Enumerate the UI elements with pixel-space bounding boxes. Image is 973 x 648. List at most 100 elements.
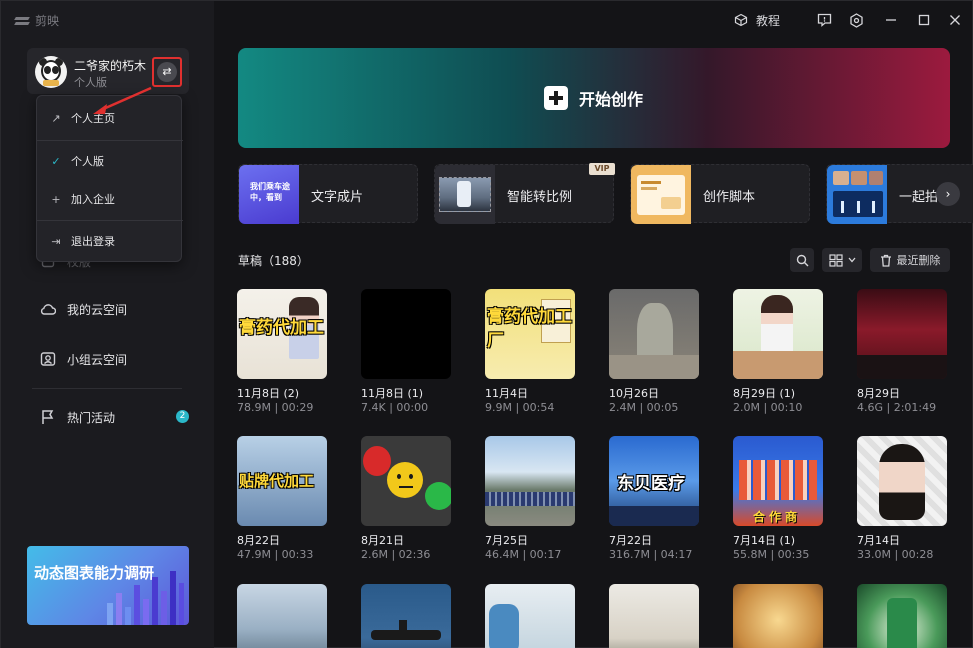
search-button[interactable] xyxy=(790,248,814,272)
draft-item[interactable]: 7月14日 33.0M | 00:28 xyxy=(857,436,947,561)
draft-item[interactable] xyxy=(237,584,327,648)
draft-thumbnail xyxy=(485,584,575,648)
draft-item[interactable] xyxy=(609,584,699,648)
draft-item[interactable]: 8月21日 2.6M | 02:36 xyxy=(361,436,451,561)
check-icon: ✓ xyxy=(51,154,61,168)
draft-item[interactable]: 8月29日 4.6G | 2:01:49 xyxy=(857,289,947,414)
draft-thumbnail xyxy=(609,289,699,379)
menu-item-personal[interactable]: ✓ 个人版 xyxy=(37,149,183,173)
maximize-icon xyxy=(918,14,930,26)
profile-name: 二爷家的朽木 xyxy=(74,59,147,73)
draft-item[interactable]: 膏药代加工 11月8日 (2) 78.9M | 00:29 xyxy=(237,289,327,414)
app-window: 剪映 二爷家的朽木 个人版 ⇄ 校版 我的云空间 xyxy=(0,0,973,648)
thumbnail-text: 贴牌代加工 xyxy=(239,472,315,490)
draft-item[interactable]: 8月29日 (1) 2.0M | 00:10 xyxy=(733,289,823,414)
app-logo: 剪映 xyxy=(15,12,59,29)
message-icon xyxy=(817,13,832,27)
menu-item-label: 个人版 xyxy=(71,155,104,168)
draft-item[interactable]: 11月8日 (1) 7.4K | 00:00 xyxy=(361,289,451,414)
draft-item[interactable]: 贴牌代加工 8月22日 47.9M | 00:33 xyxy=(237,436,327,561)
draft-date: 10月26日 xyxy=(609,387,659,400)
draft-thumbnail: 膏药代加工 xyxy=(237,289,327,379)
draft-item[interactable]: 10月26日 2.4M | 00:05 xyxy=(609,289,699,414)
draft-date: 8月29日 xyxy=(857,387,900,400)
switch-account-button[interactable]: ⇄ xyxy=(152,57,182,87)
draft-date: 7月22日 xyxy=(609,534,652,547)
draft-date: 11月8日 (1) xyxy=(361,387,424,400)
settings-button[interactable] xyxy=(849,11,864,29)
account-dropdown-menu: ↗ 个人主页 ✓ 个人版 + 加入企业 ⇥ 退出登录 xyxy=(36,95,183,262)
thumbnail-text: 膏药代加工 xyxy=(239,318,324,338)
menu-item-label: 加入企业 xyxy=(71,193,115,206)
tutorial-button[interactable]: 教程 xyxy=(734,11,780,29)
draft-thumbnail xyxy=(485,436,575,526)
draft-thumbnail: 东贝医疗 xyxy=(609,436,699,526)
draft-thumbnail xyxy=(361,289,451,379)
minimize-button[interactable] xyxy=(885,11,897,29)
tool-thumbnail: 我们乘车途中，看到 xyxy=(239,165,299,224)
draft-item[interactable]: 膏药代加工厂 11月4日 9.9M | 00:54 xyxy=(485,289,575,414)
tool-label: 创作脚本 xyxy=(703,190,756,205)
vip-badge: VIP xyxy=(589,163,615,175)
arrow-up-right-icon: ↗ xyxy=(51,111,61,125)
tutorial-label: 教程 xyxy=(756,13,781,28)
notification-badge: 2 xyxy=(176,410,189,423)
flag-icon xyxy=(40,409,56,425)
menu-item-logout[interactable]: ⇥ 退出登录 xyxy=(37,229,183,253)
draft-date: 7月14日 xyxy=(857,534,900,547)
sidebar-item-label: 热门活动 xyxy=(67,410,116,425)
maximize-button[interactable] xyxy=(918,11,930,29)
draft-item[interactable] xyxy=(361,584,451,648)
thumbnail-text: 东贝医疗 xyxy=(617,474,685,494)
draft-meta: 2.0M | 00:10 xyxy=(733,401,803,414)
close-icon xyxy=(950,15,960,25)
tool-thumbnail xyxy=(827,165,887,224)
survey-banner[interactable]: 动态图表能力调研 xyxy=(27,546,189,625)
draft-thumbnail xyxy=(609,584,699,648)
close-button[interactable] xyxy=(949,11,961,29)
thumbnail-text: 我们乘车途中，看到 xyxy=(250,182,290,202)
draft-thumbnail xyxy=(857,436,947,526)
draft-item[interactable]: 合作商 7月14日 (1) 55.8M | 00:35 xyxy=(733,436,823,561)
cube-icon xyxy=(734,13,748,27)
start-creation-button[interactable]: 开始创作 xyxy=(544,86,643,110)
draft-item[interactable] xyxy=(857,584,947,648)
tool-text-to-video[interactable]: 我们乘车途中，看到 文字成片 xyxy=(238,164,418,224)
tool-label: 一起拍 xyxy=(899,190,939,205)
feedback-button[interactable] xyxy=(817,11,832,29)
group-icon xyxy=(40,351,56,367)
tool-thumbnail xyxy=(631,165,691,224)
draft-item[interactable] xyxy=(733,584,823,648)
capcut-logo-icon xyxy=(15,16,29,26)
trash-icon xyxy=(880,254,891,267)
draft-meta: 9.9M | 00:54 xyxy=(485,401,555,414)
sidebar-item-group-cloud[interactable]: 小组云空间 xyxy=(40,349,127,369)
menu-item-join-enterprise[interactable]: + 加入企业 xyxy=(37,187,183,211)
scroll-right-button[interactable]: › xyxy=(936,182,960,206)
draft-meta: 55.8M | 00:35 xyxy=(733,548,810,561)
draft-thumbnail xyxy=(733,289,823,379)
draft-meta: 7.4K | 00:00 xyxy=(361,401,429,414)
start-creation-banner[interactable]: 开始创作 xyxy=(238,48,950,148)
draft-date: 7月14日 (1) xyxy=(733,534,796,547)
menu-divider xyxy=(37,140,183,141)
draft-date: 8月21日 xyxy=(361,534,404,547)
sidebar-item-my-cloud[interactable]: 我的云空间 xyxy=(40,299,127,319)
draft-thumbnail xyxy=(857,289,947,379)
draft-date: 11月8日 (2) xyxy=(237,387,300,400)
recently-deleted-button[interactable]: 最近删除 xyxy=(870,248,950,272)
draft-item[interactable]: 东贝医疗 7月22日 316.7M | 04:17 xyxy=(609,436,699,561)
draft-item[interactable]: 7月25日 46.4M | 00:17 xyxy=(485,436,575,561)
view-mode-button[interactable] xyxy=(822,248,862,272)
plus-icon xyxy=(544,86,568,110)
draft-item[interactable] xyxy=(485,584,575,648)
sidebar-item-label: 我的云空间 xyxy=(67,302,128,317)
thumbnail-text: 膏药代加工厂 xyxy=(487,307,572,351)
tool-label: 智能转比例 xyxy=(507,190,573,205)
tool-smart-ratio[interactable]: 智能转比例 VIP xyxy=(434,163,615,224)
draft-thumbnail: 贴牌代加工 xyxy=(237,436,327,526)
draft-date: 7月25日 xyxy=(485,534,528,547)
avatar[interactable] xyxy=(35,56,67,88)
tool-creation-script[interactable]: 创作脚本 xyxy=(630,164,810,224)
sidebar-item-hot-events[interactable]: 热门活动 xyxy=(40,407,115,427)
